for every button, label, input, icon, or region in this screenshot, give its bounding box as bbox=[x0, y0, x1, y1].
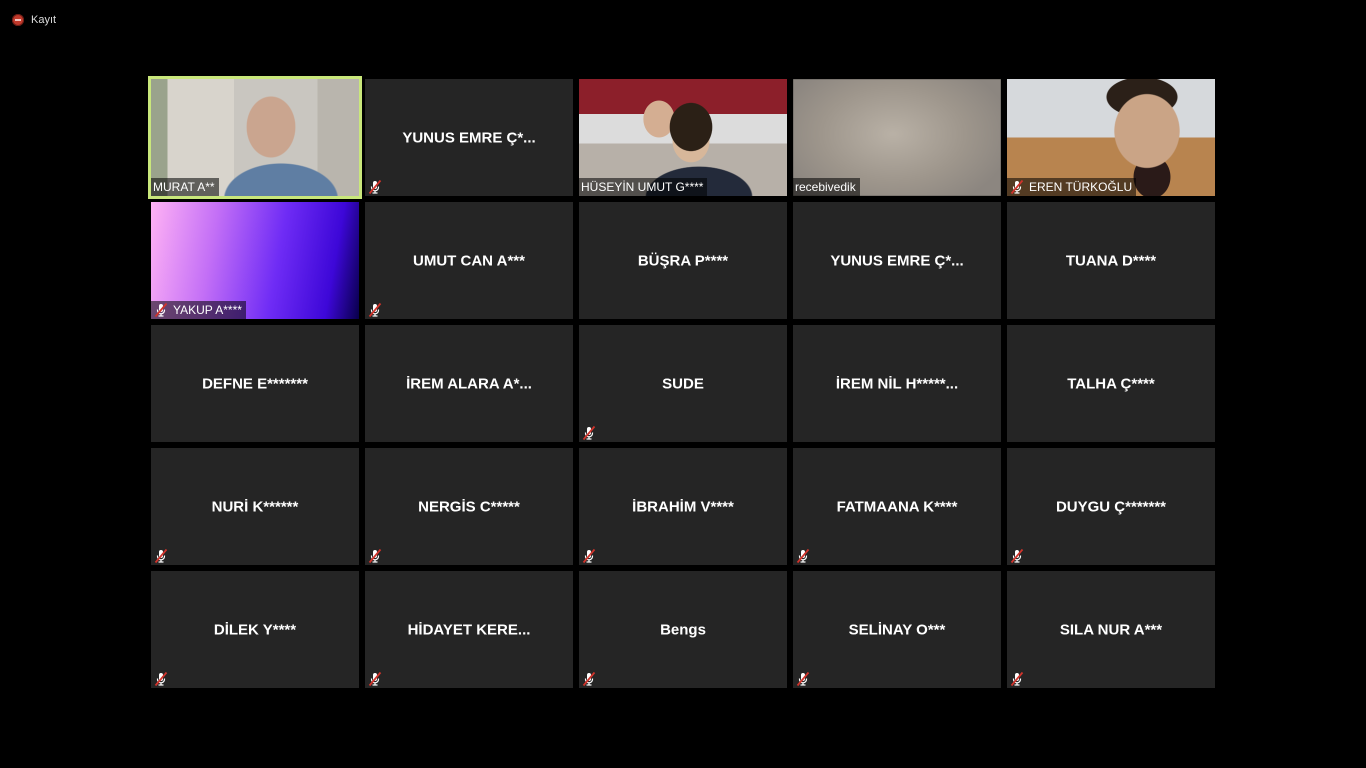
participant-tile[interactable]: YAKUP A**** bbox=[151, 202, 359, 319]
participant-tile[interactable]: SILA NUR A*** bbox=[1007, 571, 1215, 688]
participant-tile[interactable]: İREM NİL H*****... bbox=[793, 325, 1001, 442]
muted-mic-icon bbox=[793, 547, 815, 565]
participant-name: recebivedik bbox=[795, 180, 856, 194]
participant-name: İREM ALARA A*... bbox=[406, 375, 532, 392]
gallery-view: MURAT A** YUNUS EMRE Ç*... HÜSEYİN UMUT G… bbox=[148, 76, 1215, 688]
muted-mic-icon bbox=[365, 670, 387, 688]
muted-mic-icon bbox=[365, 301, 387, 319]
record-icon bbox=[12, 14, 24, 26]
participant-tile[interactable]: Bengs bbox=[579, 571, 787, 688]
participant-tile[interactable]: TUANA D**** bbox=[1007, 202, 1215, 319]
participant-name: DUYGU Ç******* bbox=[1055, 498, 1167, 515]
participant-name-label: HÜSEYİN UMUT G**** bbox=[579, 178, 708, 196]
participant-name: SILA NUR A*** bbox=[1059, 621, 1163, 638]
participant-name: EREN TÜRKOĞLU bbox=[1029, 180, 1133, 194]
participant-name: İBRAHİM V**** bbox=[632, 498, 734, 515]
participant-name: FATMAANA K**** bbox=[836, 498, 958, 515]
participant-name-label: YAKUP A**** bbox=[151, 301, 246, 319]
participant-name-label: EREN TÜRKOĞLU bbox=[1007, 178, 1137, 196]
participant-tile[interactable]: DUYGU Ç******* bbox=[1007, 448, 1215, 565]
participant-tile[interactable]: YUNUS EMRE Ç*... bbox=[365, 79, 573, 196]
participant-tile[interactable]: BÜŞRA P**** bbox=[579, 202, 787, 319]
participant-tile[interactable]: HİDAYET KERE... bbox=[365, 571, 573, 688]
participant-name: NURİ K****** bbox=[211, 498, 299, 515]
participant-tile[interactable]: YUNUS EMRE Ç*... bbox=[793, 202, 1001, 319]
muted-mic-icon bbox=[579, 670, 601, 688]
participant-name: BÜŞRA P**** bbox=[637, 252, 729, 269]
participant-name: Bengs bbox=[660, 621, 706, 638]
participant-name: YUNUS EMRE Ç*... bbox=[402, 129, 536, 146]
muted-mic-icon bbox=[1009, 179, 1025, 195]
participant-name: DİLEK Y**** bbox=[213, 621, 297, 638]
muted-mic-icon bbox=[1007, 670, 1029, 688]
muted-mic-icon bbox=[1007, 547, 1029, 565]
muted-mic-icon bbox=[579, 424, 601, 442]
participant-name: UMUT CAN A*** bbox=[413, 252, 525, 269]
participant-tile[interactable]: SELİNAY O*** bbox=[793, 571, 1001, 688]
participant-name: HİDAYET KERE... bbox=[407, 621, 531, 638]
participant-name: TUANA D**** bbox=[1065, 252, 1157, 269]
participant-name: YAKUP A**** bbox=[173, 303, 242, 317]
participant-name: İREM NİL H*****... bbox=[835, 375, 959, 392]
participant-name: NERGİS C***** bbox=[418, 498, 520, 515]
participant-tile[interactable]: EREN TÜRKOĞLU bbox=[1007, 79, 1215, 196]
participant-tile[interactable]: TALHA Ç**** bbox=[1007, 325, 1215, 442]
participant-tile[interactable]: NURİ K****** bbox=[151, 448, 359, 565]
participant-name: TALHA Ç**** bbox=[1067, 375, 1155, 392]
participant-tile[interactable]: MURAT A** bbox=[148, 76, 362, 199]
participant-name-label: MURAT A** bbox=[151, 178, 219, 196]
muted-mic-icon bbox=[151, 547, 173, 565]
participant-tile[interactable]: DİLEK Y**** bbox=[151, 571, 359, 688]
participant-name: SELİNAY O*** bbox=[848, 621, 946, 638]
participant-name-label: recebivedik bbox=[793, 178, 860, 196]
participant-name: SUDE bbox=[662, 375, 704, 392]
participant-name: MURAT A** bbox=[153, 180, 215, 194]
recording-label: Kayıt bbox=[31, 14, 57, 26]
participant-tile[interactable]: FATMAANA K**** bbox=[793, 448, 1001, 565]
muted-mic-icon bbox=[151, 670, 173, 688]
participant-name: YUNUS EMRE Ç*... bbox=[830, 252, 964, 269]
muted-mic-icon bbox=[579, 547, 601, 565]
recording-indicator[interactable]: Kayıt bbox=[12, 12, 56, 28]
participant-tile[interactable]: NERGİS C***** bbox=[365, 448, 573, 565]
participant-tile[interactable]: DEFNE E******* bbox=[151, 325, 359, 442]
participant-tile[interactable]: İREM ALARA A*... bbox=[365, 325, 573, 442]
participant-tile[interactable]: HÜSEYİN UMUT G**** bbox=[579, 79, 787, 196]
muted-mic-icon bbox=[153, 302, 169, 318]
participant-name: HÜSEYİN UMUT G**** bbox=[581, 180, 704, 194]
participant-tile[interactable]: recebivedik bbox=[793, 79, 1001, 196]
participant-name: DEFNE E******* bbox=[202, 375, 308, 392]
muted-mic-icon bbox=[365, 178, 387, 196]
participant-tile[interactable]: UMUT CAN A*** bbox=[365, 202, 573, 319]
muted-mic-icon bbox=[793, 670, 815, 688]
participant-tile[interactable]: İBRAHİM V**** bbox=[579, 448, 787, 565]
participant-tile[interactable]: SUDE bbox=[579, 325, 787, 442]
muted-mic-icon bbox=[365, 547, 387, 565]
